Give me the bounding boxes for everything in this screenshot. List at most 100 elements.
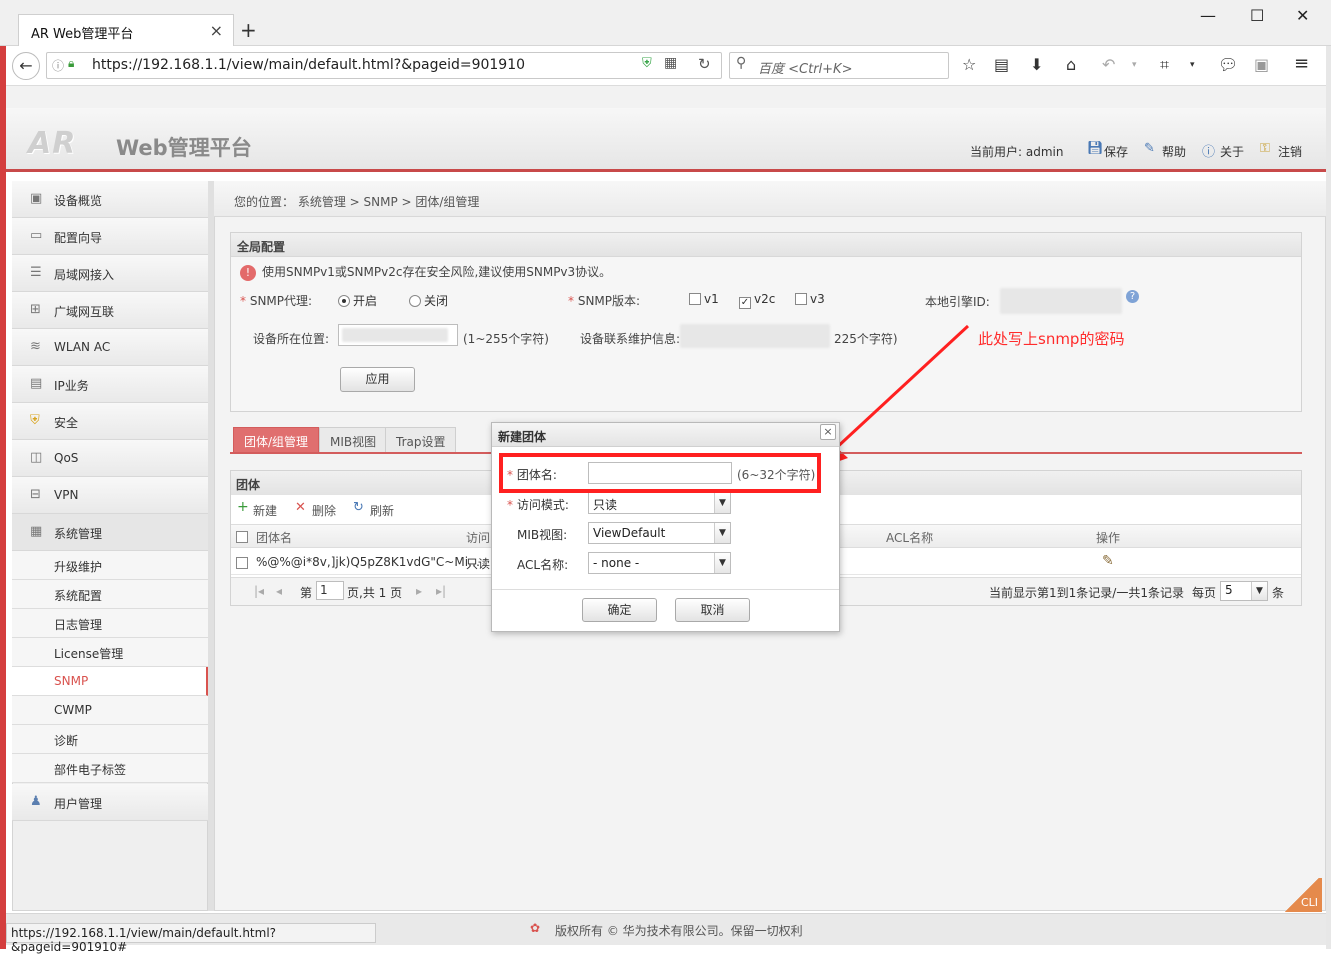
prev-page-icon[interactable]: ◂ bbox=[276, 584, 282, 598]
access-mode-value: 只读 bbox=[593, 498, 618, 512]
help-question-icon[interactable]: ? bbox=[1126, 290, 1139, 303]
sidebar-item-lan[interactable]: ☰ 局域网接入 bbox=[12, 255, 208, 292]
sidebar-item-ip[interactable]: ▤ IP业务 bbox=[12, 366, 208, 403]
close-tab-icon[interactable]: × bbox=[210, 21, 223, 40]
delete-button[interactable]: 删除 bbox=[312, 502, 336, 519]
first-page-icon[interactable]: |◂ bbox=[254, 584, 264, 598]
app-title: Web管理平台 bbox=[116, 136, 252, 160]
chevron-down-icon: ▼ bbox=[1251, 582, 1267, 600]
snmp-agent-on-radio[interactable]: 开启 bbox=[338, 292, 377, 309]
next-page-icon[interactable]: ▸ bbox=[416, 584, 422, 598]
cancel-button[interactable]: 取消 bbox=[675, 598, 750, 622]
system-icon: ▦ bbox=[30, 524, 43, 539]
sidebar-item-vpn[interactable]: ⊟ VPN bbox=[12, 477, 208, 514]
ok-button[interactable]: 确定 bbox=[582, 598, 657, 622]
logout-link[interactable]: 注销 bbox=[1278, 143, 1302, 160]
record-info: 当前显示第1到1条记录/一共1条记录 bbox=[989, 586, 1184, 600]
sidebar-item-label: 用户管理 bbox=[54, 797, 103, 811]
chat-icon[interactable]: 💬︎ bbox=[1218, 55, 1238, 74]
acl-name-label: ACL名称: bbox=[517, 558, 569, 572]
info-icon[interactable]: ⓘ bbox=[52, 57, 64, 74]
help-link[interactable]: 帮助 bbox=[1162, 143, 1186, 160]
undo-dropdown-icon[interactable]: ▾ bbox=[1132, 60, 1137, 70]
col-community-name[interactable]: 团体名 bbox=[256, 529, 292, 546]
dialog-title: 新建团体 bbox=[492, 423, 839, 447]
sidebar-item-wan[interactable]: ⊞ 广域网互联 bbox=[12, 292, 208, 329]
select-all-checkbox[interactable] bbox=[236, 530, 251, 544]
sidebar-item-wlan[interactable]: ≋ WLAN AC bbox=[12, 329, 208, 366]
sidebar-sub-elabel[interactable]: 部件电子标签 bbox=[12, 754, 208, 783]
access-mode-select[interactable]: 只读 ▼ bbox=[588, 492, 731, 514]
close-icon[interactable]: × bbox=[820, 424, 836, 440]
new-button[interactable]: 新建 bbox=[253, 502, 277, 519]
qrcode-icon[interactable]: ▦ bbox=[664, 55, 677, 71]
delete-icon: ✕ bbox=[295, 500, 306, 515]
extension-icon[interactable]: ▣ bbox=[1254, 55, 1269, 74]
cli-button[interactable]: CLI bbox=[1282, 878, 1322, 912]
browser-tab[interactable]: AR Web管理平台 × bbox=[18, 14, 234, 47]
mib-view-select[interactable]: ViewDefault ▼ bbox=[588, 522, 731, 544]
sidebar-item-label: QoS bbox=[54, 451, 79, 465]
row-checkbox[interactable] bbox=[236, 556, 251, 570]
snmp-agent-off-radio[interactable]: 关闭 bbox=[409, 292, 448, 309]
snmp-v1-checkbox[interactable]: v1 bbox=[689, 292, 719, 306]
reading-list-icon[interactable]: ▤ bbox=[994, 55, 1009, 74]
save-link[interactable]: 保存 bbox=[1104, 143, 1128, 160]
close-window-icon[interactable]: ✕ bbox=[1296, 6, 1309, 25]
sidebar-sub-snmp[interactable]: SNMP bbox=[12, 667, 208, 696]
sidebar-sub-log[interactable]: 日志管理 bbox=[12, 609, 208, 638]
sidebar-item-users[interactable]: ♟ 用户管理 bbox=[12, 784, 208, 821]
sidebar-sub-license[interactable]: License管理 bbox=[12, 638, 208, 667]
snmp-v2c-checkbox[interactable]: ✓ v2c bbox=[739, 292, 775, 309]
download-icon[interactable]: ⬇ bbox=[1030, 55, 1043, 74]
help-icon: ✎ bbox=[1144, 141, 1155, 156]
search-placeholder: 百度 <Ctrl+K> bbox=[758, 62, 853, 77]
col-access[interactable]: 访问 bbox=[466, 529, 490, 546]
bookmark-star-icon[interactable]: ☆ bbox=[962, 55, 976, 74]
sidebar-item-label: 安全 bbox=[54, 416, 79, 430]
sidebar-item-qos[interactable]: ◫ QoS bbox=[12, 440, 208, 477]
wifi-icon: ≋ bbox=[30, 339, 41, 354]
current-user: 当前用户: admin bbox=[970, 145, 1064, 159]
crop-dropdown-icon[interactable]: ▾ bbox=[1190, 60, 1195, 70]
tab-mib[interactable]: MIB视图 bbox=[319, 427, 388, 452]
sidebar-item-system[interactable]: ▦ 系统管理 bbox=[12, 514, 208, 551]
sidebar-sub-cwmp[interactable]: CWMP bbox=[12, 696, 208, 725]
crop-icon[interactable]: ⌗ bbox=[1160, 55, 1169, 75]
maximize-icon[interactable]: ☐ bbox=[1250, 6, 1264, 25]
sidebar-item-wizard[interactable]: ▭ 配置向导 bbox=[12, 218, 208, 255]
location-input[interactable] bbox=[338, 324, 458, 346]
about-link[interactable]: 关于 bbox=[1220, 143, 1244, 160]
row-access: 只读 bbox=[466, 557, 491, 571]
sidebar-item-security[interactable]: ⛨ 安全 bbox=[12, 403, 208, 440]
engine-id-field[interactable] bbox=[1000, 288, 1122, 314]
qos-icon: ◫ bbox=[30, 450, 43, 465]
tab-community[interactable]: 团体/组管理 bbox=[233, 427, 320, 452]
sidebar-sub-upgrade[interactable]: 升级维护 bbox=[12, 551, 208, 580]
acl-name-select[interactable]: - none - ▼ bbox=[588, 552, 731, 574]
access-mode-label: * 访问模式: bbox=[507, 498, 569, 512]
menu-icon[interactable]: ≡ bbox=[1294, 53, 1309, 74]
reload-icon[interactable]: ↻ bbox=[698, 55, 711, 73]
sidebar-item-label: 系统管理 bbox=[54, 527, 103, 541]
back-icon[interactable]: ← bbox=[12, 52, 40, 80]
copyright-text: 版权所有 © 华为技术有限公司。保留一切权利 bbox=[555, 924, 803, 938]
home-icon[interactable]: ⌂ bbox=[1066, 55, 1076, 74]
col-acl[interactable]: ACL名称 bbox=[886, 529, 933, 546]
about-icon: ⓘ bbox=[1202, 145, 1216, 160]
sidebar-sub-sysconfig[interactable]: 系统配置 bbox=[12, 580, 208, 609]
minimize-icon[interactable]: — bbox=[1200, 6, 1216, 25]
apply-button[interactable]: 应用 bbox=[340, 367, 415, 392]
per-page-select[interactable]: 5 ▼ bbox=[1220, 581, 1268, 601]
new-tab-icon[interactable]: + bbox=[240, 18, 257, 42]
page-input[interactable]: 1 bbox=[316, 581, 344, 600]
tab-trap[interactable]: Trap设置 bbox=[385, 427, 457, 452]
refresh-button[interactable]: 刷新 bbox=[370, 502, 394, 519]
edit-icon[interactable]: ✎ bbox=[1102, 553, 1114, 569]
last-page-icon[interactable]: ▸| bbox=[436, 584, 446, 598]
undo-icon[interactable]: ↶ bbox=[1102, 55, 1115, 74]
snmp-v3-checkbox[interactable]: v3 bbox=[795, 292, 825, 306]
sidebar-item-overview[interactable]: ▣ 设备概览 bbox=[12, 181, 208, 218]
shield-icon[interactable]: ⛨ bbox=[642, 56, 652, 71]
sidebar-sub-diagnose[interactable]: 诊断 bbox=[12, 725, 208, 754]
